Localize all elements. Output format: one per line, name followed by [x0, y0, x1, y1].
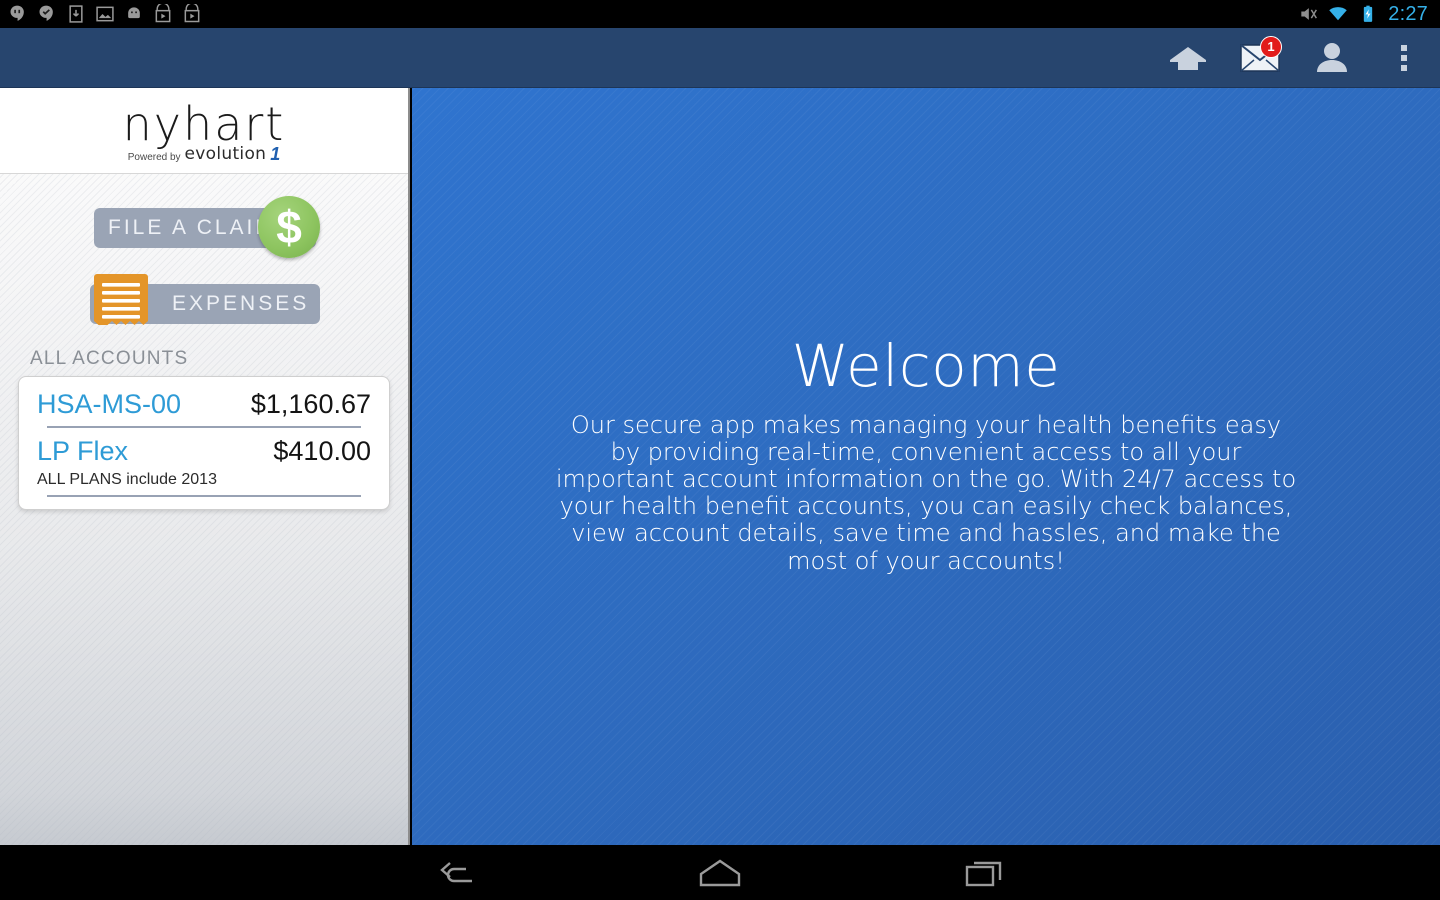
- accounts-card: HSA-MS-00 $1,160.67 LP Flex $410.00 ALL …: [18, 376, 390, 510]
- logo-brand: evolution: [184, 143, 267, 164]
- dollar-glyph: $: [276, 201, 302, 253]
- expenses-label: EXPENSES: [172, 292, 310, 315]
- welcome-description: Our secure app makes managing your healt…: [555, 411, 1297, 575]
- android-screen: 2:27 1 nyhart Powered by evolution 1 FIL…: [0, 0, 1440, 900]
- page-title: Welcome: [791, 332, 1061, 400]
- hangouts-icon: [10, 5, 24, 21]
- nav-home-button[interactable]: [693, 853, 747, 893]
- home-icon: [1170, 46, 1206, 70]
- status-bar-system: 2:27: [1298, 3, 1440, 26]
- image-icon: [96, 6, 114, 22]
- account-name: HSA-MS-00: [37, 389, 182, 419]
- play-store-icon-2: [184, 4, 200, 23]
- receipt-icon[interactable]: [90, 270, 152, 332]
- account-name: LP Flex: [37, 436, 129, 466]
- mute-icon: [1301, 8, 1318, 20]
- account-amount: $410.00: [273, 436, 371, 466]
- status-bar-clock: 2:27: [1388, 2, 1428, 25]
- nav-back-button[interactable]: [429, 853, 483, 893]
- main-panel: Welcome Our secure app makes managing yo…: [412, 88, 1440, 845]
- account-divider-bottom: [47, 495, 361, 497]
- battery-charging-icon: [1364, 5, 1373, 22]
- expenses-row[interactable]: EXPENSES: [0, 272, 408, 332]
- wifi-icon: [1329, 7, 1348, 21]
- status-bar-notifications: [0, 4, 202, 24]
- account-amount: $1,160.67: [250, 389, 371, 419]
- action-overflow-button[interactable]: [1368, 28, 1440, 88]
- account-row-lpflex[interactable]: LP Flex $410.00: [37, 430, 371, 471]
- android-icon: [128, 7, 140, 19]
- logo-wordmark: nyhart: [122, 96, 286, 151]
- sidebar: nyhart Powered by evolution 1 FILE A CLA…: [0, 88, 410, 845]
- action-home-button[interactable]: [1152, 28, 1224, 88]
- recents-icon: [965, 861, 1002, 886]
- android-nav-bar: [0, 845, 1440, 900]
- chat-check-icon: [39, 5, 53, 21]
- overflow-menu-icon: [1401, 44, 1407, 71]
- download-icon: [69, 5, 83, 23]
- app-action-bar: 1: [0, 28, 1440, 88]
- account-row-hsa[interactable]: HSA-MS-00 $1,160.67: [37, 383, 371, 424]
- brand-logo: nyhart Powered by evolution 1: [0, 88, 408, 174]
- status-bar: 2:27: [0, 0, 1440, 28]
- play-store-icon: [155, 4, 171, 23]
- account-note: ALL PLANS include 2013: [37, 471, 217, 488]
- dollar-coin-icon[interactable]: $: [258, 196, 320, 258]
- nav-recents-button[interactable]: [957, 853, 1011, 893]
- messages-badge: 1: [1260, 35, 1282, 58]
- action-profile-button[interactable]: [1296, 28, 1368, 88]
- logo-powered-by: Powered by: [127, 151, 181, 163]
- logo-tagline: Powered by evolution 1: [128, 145, 281, 163]
- action-messages-button[interactable]: 1: [1224, 28, 1296, 88]
- home-icon: [699, 859, 741, 886]
- all-accounts-label: ALL ACCOUNTS: [30, 348, 189, 369]
- person-icon: [1317, 42, 1347, 72]
- file-a-claim-label: FILE A CLAIM: [108, 216, 276, 239]
- logo-brand-mark: 1: [270, 143, 281, 164]
- account-divider: [47, 426, 361, 428]
- back-icon: [440, 861, 472, 882]
- file-a-claim-row[interactable]: FILE A CLAIM $: [0, 196, 408, 258]
